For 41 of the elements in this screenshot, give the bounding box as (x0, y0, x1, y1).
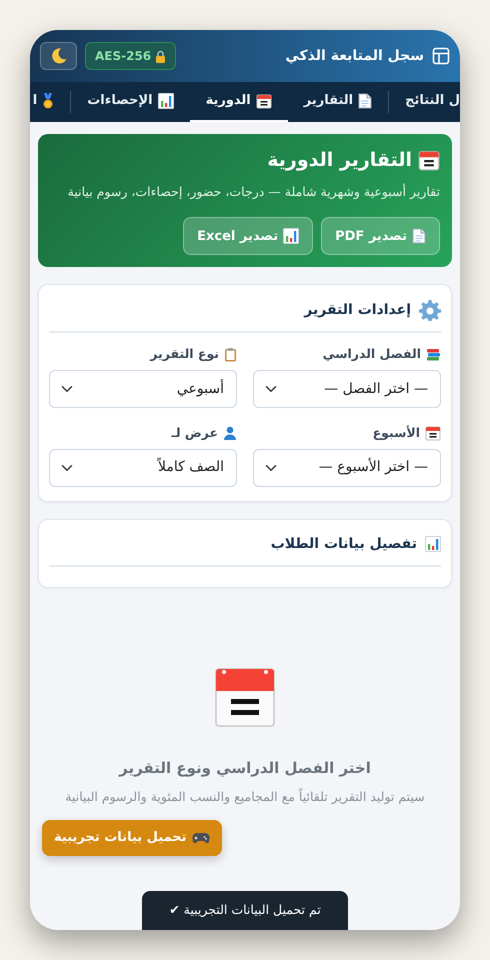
lock-icon (155, 50, 166, 62)
bar-chart-icon (425, 536, 441, 552)
calendar-icon (418, 149, 440, 172)
clipboard-icon (224, 347, 237, 362)
card-title: تفصيل بيانات الطلاب (270, 534, 417, 554)
moon-icon (50, 47, 68, 65)
gamepad-icon (192, 832, 210, 844)
calendar-icon (215, 666, 275, 727)
books-icon (426, 348, 441, 362)
document-icon (358, 93, 372, 109)
toast-message: تم تحميل البيانات التجريبية ✔ (142, 891, 348, 930)
calendar-icon (256, 93, 272, 109)
encryption-badge: AES-256 (85, 42, 176, 70)
person-icon (223, 426, 237, 440)
field-label: نوع التقرير (150, 345, 219, 364)
bar-chart-icon (158, 93, 174, 109)
nav-tab[interactable]: ل النتائج (389, 82, 460, 122)
medal-icon (42, 93, 54, 109)
empty-state-title: اختر الفصل الدراسي ونوع التقرير (118, 758, 372, 779)
document-icon (412, 228, 426, 244)
empty-state-message: سيتم توليد التقرير تلقائياً مع المجاميع والنسب المئوية والرسوم البيانية (64, 787, 426, 806)
nav-tab[interactable]: ا (32, 82, 70, 122)
banner-title: التقارير الدورية (267, 148, 412, 173)
calendar-icon (425, 425, 441, 442)
layout-icon (432, 47, 450, 65)
field-label: عرض لـ (172, 424, 218, 442)
gear-icon (419, 299, 441, 322)
dropdown-field[interactable]: أسبوعي (49, 370, 237, 408)
banner-subtitle: تقارير أسبوعية وشهرية شاملة — درجات، حضور، إحصاءات، رسوم بيانية (66, 182, 440, 201)
dropdown-field[interactable]: — اختر الأسبوع — (253, 448, 441, 487)
bar-chart-icon (283, 228, 300, 244)
dropdown-field[interactable]: الصف كاملاً (49, 448, 237, 487)
field-label: الفصل الدراسي (322, 345, 421, 364)
app-title: سجل المتابعة الذكي (285, 46, 424, 66)
card-title: إعدادات التقرير (304, 300, 411, 320)
theme-toggle-button[interactable] (40, 42, 77, 70)
field-label: الأسبوع (372, 424, 420, 442)
nav-tab[interactable]: الدورية (190, 82, 288, 122)
nav-tab[interactable]: التقارير (288, 82, 388, 122)
dropdown-field[interactable]: — اختر الفصل — (253, 370, 441, 408)
nav-tab[interactable]: الإحصاءات (71, 82, 190, 122)
